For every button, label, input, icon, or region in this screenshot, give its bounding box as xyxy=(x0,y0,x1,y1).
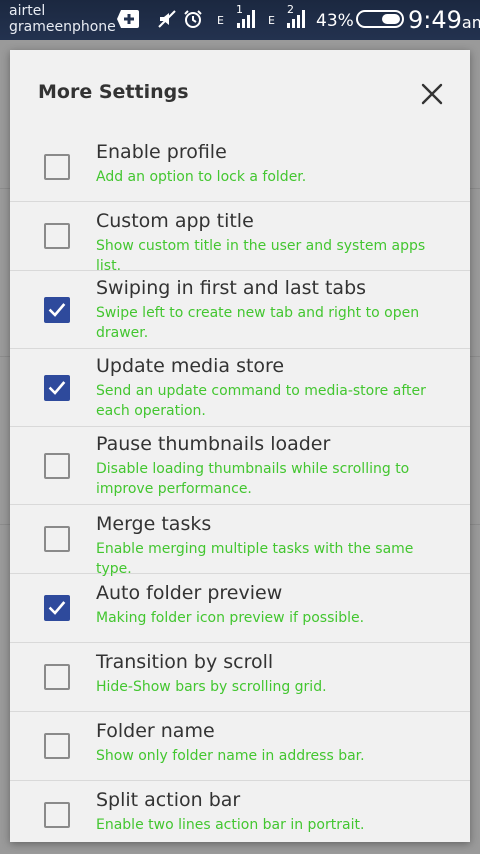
setting-title: Enable profile xyxy=(96,141,227,163)
check-icon xyxy=(48,381,66,395)
setting-checkbox[interactable] xyxy=(44,526,70,552)
setting-summary: Enable two lines action bar in portrait. xyxy=(96,817,365,833)
battery-percent: 43% xyxy=(316,11,354,31)
setting-title: Split action bar xyxy=(96,789,241,811)
carrier-name-2: grameenphone xyxy=(9,19,116,35)
dialog-title: More Settings xyxy=(38,81,189,103)
signal-icon xyxy=(236,8,258,30)
setting-row[interactable]: Pause thumbnails loader Disable loading t… xyxy=(10,427,470,505)
mute-icon xyxy=(156,8,178,30)
network-type-1: E xyxy=(217,14,224,27)
check-icon xyxy=(48,303,66,317)
setting-summary: Add an option to lock a folder. xyxy=(96,169,307,185)
setting-summary: Swipe left to create new tab and right t… xyxy=(96,305,420,341)
setting-checkbox[interactable] xyxy=(44,733,70,759)
settings-list: Enable profile Add an option to lock a fo… xyxy=(10,133,470,842)
setting-row[interactable]: Custom app title Show custom title in the… xyxy=(10,202,470,274)
setting-title: Folder name xyxy=(96,720,215,742)
notification-plus-icon xyxy=(116,8,140,30)
setting-checkbox[interactable] xyxy=(44,802,70,828)
setting-checkbox[interactable] xyxy=(44,453,70,479)
setting-checkbox[interactable] xyxy=(44,154,70,180)
setting-title: Pause thumbnails loader xyxy=(96,433,331,455)
setting-row[interactable]: Update media store Send an update command… xyxy=(10,349,470,427)
close-icon xyxy=(421,83,443,105)
setting-title: Auto folder preview xyxy=(96,582,283,604)
clock: 9:49am xyxy=(408,6,480,34)
setting-summary: Send an update command to media-store af… xyxy=(96,383,426,419)
setting-title: Update media store xyxy=(96,355,285,377)
battery-icon xyxy=(356,8,404,30)
setting-title: Swiping in first and last tabs xyxy=(96,277,367,299)
setting-title: Transition by scroll xyxy=(96,651,274,673)
setting-title: Merge tasks xyxy=(96,513,212,535)
more-settings-dialog: More Settings Enable profile Add an optio… xyxy=(10,50,470,842)
clock-time: 9:49 xyxy=(408,6,462,34)
setting-row[interactable]: Merge tasks Enable merging multiple tasks… xyxy=(10,505,470,577)
setting-checkbox[interactable] xyxy=(44,664,70,690)
clock-ampm: am xyxy=(461,13,480,32)
setting-summary: Show custom title in the user and system… xyxy=(96,238,426,274)
setting-summary: Show only folder name in address bar. xyxy=(96,748,365,764)
setting-row[interactable]: Folder name Show only folder name in addr… xyxy=(10,712,470,781)
status-bar: airtel grameenphone E 1 E 2 43% 9:49am xyxy=(0,0,480,40)
setting-title: Custom app title xyxy=(96,210,254,232)
alarm-icon xyxy=(182,8,204,30)
setting-row[interactable]: Auto folder preview Making folder icon pr… xyxy=(10,574,470,643)
setting-summary: Making folder icon preview if possible. xyxy=(96,610,365,626)
setting-checkbox[interactable] xyxy=(44,375,70,401)
setting-checkbox[interactable] xyxy=(44,297,70,323)
close-button[interactable] xyxy=(414,76,450,112)
setting-row[interactable]: Swiping in first and last tabs Swipe left… xyxy=(10,271,470,349)
setting-row[interactable]: Transition by scroll Hide-Show bars by sc… xyxy=(10,643,470,712)
setting-summary: Disable loading thumbnails while scrolli… xyxy=(96,461,410,497)
setting-checkbox[interactable] xyxy=(44,223,70,249)
check-icon xyxy=(48,601,66,615)
network-type-2: E xyxy=(268,14,275,27)
setting-row[interactable]: Split action bar Enable two lines action … xyxy=(10,781,470,842)
setting-summary: Hide-Show bars by scrolling grid. xyxy=(96,679,327,695)
carrier-name-1: airtel xyxy=(9,3,46,19)
signal-icon xyxy=(286,8,308,30)
setting-checkbox[interactable] xyxy=(44,595,70,621)
setting-summary: Enable merging multiple tasks with the s… xyxy=(96,541,414,577)
setting-row[interactable]: Enable profile Add an option to lock a fo… xyxy=(10,133,470,202)
dialog-header: More Settings xyxy=(10,50,470,140)
